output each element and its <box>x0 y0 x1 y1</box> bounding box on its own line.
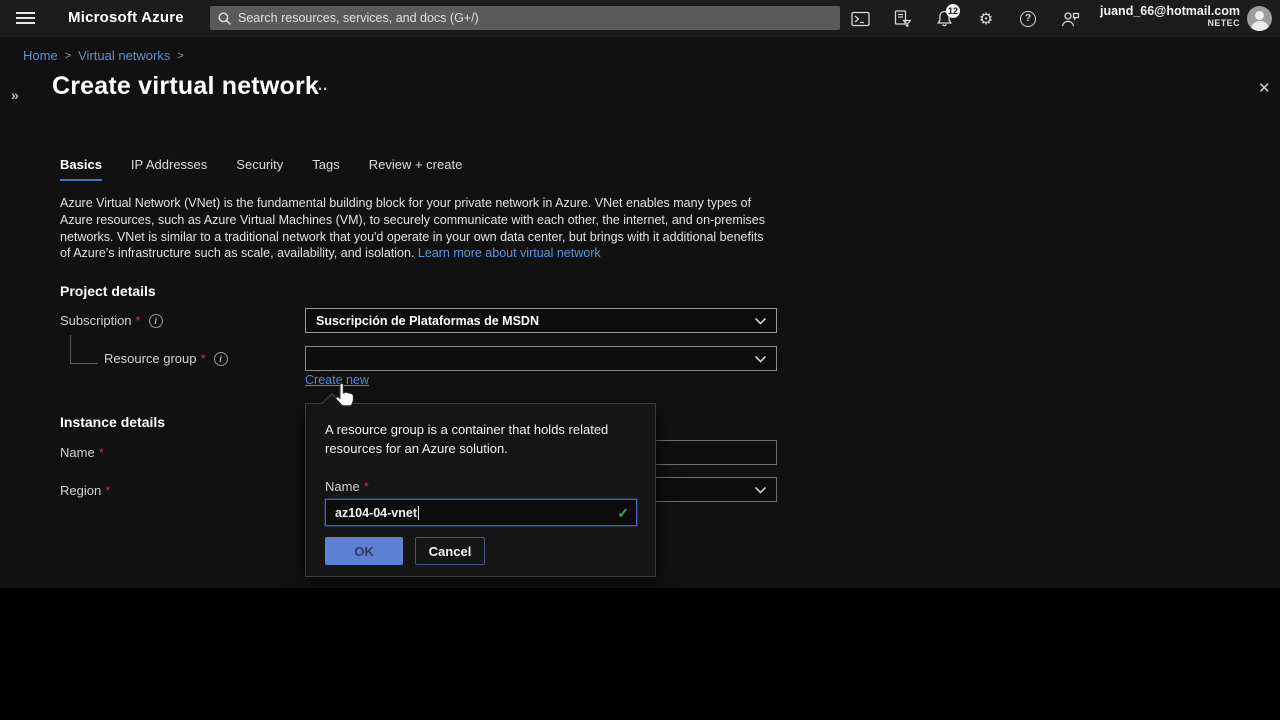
expand-blade-icon[interactable]: » <box>11 87 19 103</box>
feedback-icon[interactable] <box>1060 9 1080 29</box>
create-new-link[interactable]: Create new <box>305 373 369 387</box>
hamburger-menu-icon[interactable] <box>16 9 35 27</box>
breadcrumb-virtual-networks[interactable]: Virtual networks <box>78 48 170 63</box>
breadcrumb-separator-icon: > <box>65 50 71 62</box>
intro-paragraph: Azure Virtual Network (VNet) is the fund… <box>60 196 765 260</box>
intro-text: Azure Virtual Network (VNet) is the fund… <box>60 195 772 262</box>
avatar[interactable] <box>1247 6 1272 31</box>
field-connector-line <box>70 335 98 364</box>
cloud-shell-icon[interactable] <box>850 9 870 29</box>
text-caret <box>418 506 419 520</box>
user-org: NETEC <box>1100 18 1240 28</box>
create-resource-group-dialog: A resource group is a container that hol… <box>305 403 656 577</box>
main-content: Home > Virtual networks > » Create virtu… <box>0 37 1280 588</box>
tab-review-create[interactable]: Review + create <box>369 157 463 181</box>
dialog-description: A resource group is a container that hol… <box>325 420 627 458</box>
instance-details-heading: Instance details <box>60 414 165 430</box>
chevron-down-icon <box>754 486 767 495</box>
tab-basics[interactable]: Basics <box>60 157 102 181</box>
top-bar: Microsoft Azure <box>0 0 1280 37</box>
help-icon[interactable]: ? <box>1018 9 1038 29</box>
resource-group-name-input[interactable]: az104-04-vnet ✓ <box>325 499 637 526</box>
page-title: Create virtual network <box>52 72 319 101</box>
settings-gear-icon[interactable]: ⚙ <box>976 9 996 29</box>
tab-tags[interactable]: Tags <box>312 157 339 181</box>
more-options-icon[interactable]: … <box>312 77 330 95</box>
resource-group-dropdown[interactable] <box>305 346 777 371</box>
account-info[interactable]: juand_66@hotmail.com NETEC <box>1100 4 1240 29</box>
directory-filter-icon[interactable] <box>892 9 912 29</box>
topbar-icons: 12 ⚙ ? <box>850 0 1080 37</box>
info-icon[interactable] <box>214 352 228 366</box>
region-label: Region <box>60 483 110 498</box>
chevron-down-icon <box>754 317 767 326</box>
resource-group-label: Resource group <box>104 351 228 366</box>
breadcrumb: Home > Virtual networks > <box>23 48 184 63</box>
resource-group-name-value: az104-04-vnet <box>335 506 417 520</box>
project-details-heading: Project details <box>60 283 156 299</box>
search-icon <box>218 12 231 25</box>
azure-portal-screen: Microsoft Azure <box>0 0 1280 720</box>
subscription-dropdown[interactable]: Suscripción de Plataformas de MSDN <box>305 308 777 333</box>
info-icon[interactable] <box>149 314 163 328</box>
subscription-value: Suscripción de Plataformas de MSDN <box>316 314 539 328</box>
tab-security[interactable]: Security <box>236 157 283 181</box>
chevron-down-icon <box>754 355 767 364</box>
user-email: juand_66@hotmail.com <box>1100 4 1240 18</box>
cancel-button[interactable]: Cancel <box>415 537 485 565</box>
vnet-name-label: Name <box>60 445 104 460</box>
learn-more-link[interactable]: Learn more about virtual network <box>418 246 601 260</box>
global-search[interactable] <box>210 6 840 30</box>
notifications-bell-icon[interactable]: 12 <box>934 9 954 29</box>
search-input[interactable] <box>238 11 832 25</box>
close-icon[interactable]: ✕ <box>1258 79 1271 97</box>
ok-button[interactable]: OK <box>325 537 403 565</box>
dialog-name-label: Name <box>325 479 369 494</box>
form-tabs: Basics IP Addresses Security Tags Review… <box>60 157 462 181</box>
breadcrumb-home[interactable]: Home <box>23 48 58 63</box>
subscription-label: Subscription <box>60 313 163 328</box>
brand-title[interactable]: Microsoft Azure <box>68 9 184 26</box>
breadcrumb-separator-icon: > <box>177 50 183 62</box>
notification-count-badge: 12 <box>946 4 960 18</box>
tab-ip-addresses[interactable]: IP Addresses <box>131 157 207 181</box>
valid-checkmark-icon: ✓ <box>617 505 629 522</box>
